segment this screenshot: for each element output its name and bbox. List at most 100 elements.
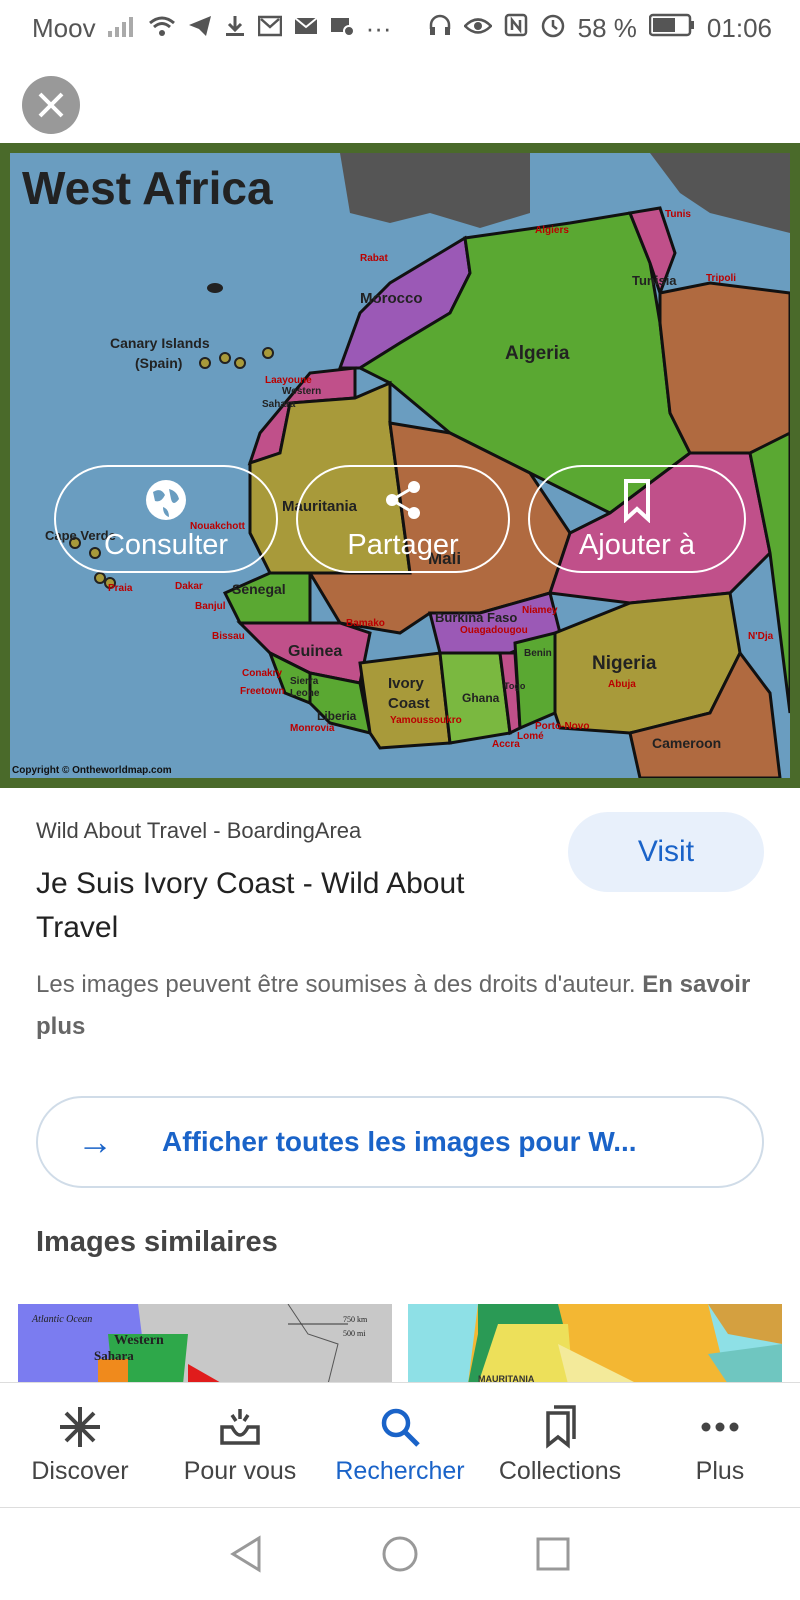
close-icon <box>38 92 64 118</box>
telegram-icon <box>188 13 212 44</box>
map-label-liberia: Liberia <box>317 709 357 723</box>
map-label-benin: Benin <box>524 648 552 659</box>
map-label-ghana: Ghana <box>462 691 500 705</box>
map-label-ivory: Ivory <box>388 675 424 692</box>
map-label-algeria: Algeria <box>505 343 570 364</box>
map-city-accra: Accra <box>492 739 520 750</box>
nav-more-label: Plus <box>695 1456 745 1485</box>
map-label-morocco: Morocco <box>360 290 423 307</box>
mail-icon <box>293 13 318 44</box>
collections-icon <box>546 1404 576 1449</box>
share-button[interactable]: Partager <box>296 465 510 573</box>
map-city-niamey: Niamey <box>522 605 558 616</box>
map-city-praia: Praia <box>108 583 133 594</box>
map-copyright: Copyright © Ontheworldmap.com <box>12 765 172 776</box>
similar-images-heading: Images similaires <box>36 1226 278 1258</box>
map-title: West Africa <box>22 162 273 214</box>
map-label-canary: Canary Islands <box>110 335 210 351</box>
eye-icon <box>462 13 493 44</box>
map-city-ouagadougou: Ouagadougou <box>460 625 528 636</box>
consult-label: Consulter <box>103 528 229 561</box>
nav-collections-label: Collections <box>498 1456 622 1485</box>
thumb-1-western-label: Western <box>114 1333 164 1348</box>
map-label-leone: Leone <box>290 688 320 699</box>
thumb-1-sahara-label: Sahara <box>94 1348 134 1363</box>
map-city-conakry: Conakry <box>242 668 283 679</box>
alarm-icon <box>540 12 566 45</box>
thumb-1-map: Atlantic Ocean Western Sahara 750 km 500… <box>18 1304 392 1384</box>
headphones-icon <box>428 13 452 44</box>
map-city-ndjamena: N'Dja <box>748 631 774 642</box>
nav-discover-label: Discover <box>31 1456 129 1485</box>
more-dots-icon <box>701 1422 739 1431</box>
battery-percent: 58 % <box>577 12 637 43</box>
consult-button[interactable]: Consulter <box>54 465 278 573</box>
map-city-laayoune: Laayoune <box>265 375 312 386</box>
map-city-tripoli: Tripoli <box>706 273 736 284</box>
map-label-sahara: Sahara <box>262 399 296 410</box>
similar-image-thumb-1[interactable]: Atlantic Ocean Western Sahara 750 km 500… <box>18 1304 392 1384</box>
share-icon <box>386 480 420 519</box>
map-label-sierra: Sierra <box>290 676 319 687</box>
back-icon[interactable] <box>227 1534 267 1574</box>
show-all-images-label: Afficher toutes les images pour W... <box>162 1126 637 1157</box>
nav-for-you-label: Pour vous <box>183 1456 297 1485</box>
bottom-navigation: Discover Pour vous Rechercher Collection… <box>0 1382 800 1507</box>
signal-icon <box>107 13 136 44</box>
thumb-1-scale-mi: 500 mi <box>343 1329 366 1338</box>
map-label-coast: Coast <box>388 695 430 712</box>
map-city-bissau: Bissau <box>212 631 245 642</box>
nfc-icon <box>504 13 528 44</box>
map-city-porto-novo: Porto-Novo <box>535 721 590 732</box>
search-icon <box>381 1408 420 1447</box>
carrier-label: Moov <box>32 12 96 43</box>
share-label: Partager <box>347 528 459 561</box>
map-city-lome: Lomé <box>517 731 544 742</box>
close-button[interactable] <box>22 76 80 134</box>
copyright-text: Les images peuvent être soumises à des d… <box>36 971 643 998</box>
arrow-right-icon: → <box>77 1121 113 1162</box>
map-city-banjul: Banjul <box>195 601 226 612</box>
map-city-abuja: Abuja <box>608 679 636 690</box>
map-city-dakar: Dakar <box>175 581 203 592</box>
battery-icon <box>648 13 695 44</box>
map-label-senegal: Senegal <box>232 581 286 597</box>
thumb-1-ocean-label: Atlantic Ocean <box>31 1314 92 1325</box>
thumb-1-scale-km: 750 km <box>343 1315 368 1324</box>
nav-discover[interactable]: Discover <box>0 1383 160 1507</box>
recents-icon[interactable] <box>533 1534 573 1574</box>
clock-time: 01:06 <box>706 12 772 43</box>
add-to-button[interactable]: Ajouter à <box>528 465 746 573</box>
map-label-guinea: Guinea <box>288 643 343 660</box>
nav-for-you[interactable]: Pour vous <box>160 1383 320 1507</box>
nav-more[interactable]: Plus <box>640 1383 800 1507</box>
map-label-cameroon: Cameroon <box>652 735 722 751</box>
result-info: Wild About Travel - BoardingArea Je Suis… <box>36 812 764 1048</box>
map-city-bamako: Bamako <box>346 618 385 629</box>
result-title[interactable]: Je Suis Ivory Coast - Wild About Travel <box>36 862 506 950</box>
add-to-label: Ajouter à <box>578 528 696 561</box>
visit-button[interactable]: Visit <box>568 812 764 892</box>
system-navigation-bar <box>0 1507 800 1600</box>
map-label-burkina: Burkina Faso <box>435 610 518 625</box>
map-city-freetown: Freetown <box>240 686 285 697</box>
status-bar: Moov ··· 58 % 01:06 <box>0 0 800 56</box>
nav-collections[interactable]: Collections <box>480 1383 640 1507</box>
home-icon[interactable] <box>380 1534 420 1574</box>
mail-settings-icon <box>330 13 355 44</box>
nav-search[interactable]: Rechercher <box>320 1383 480 1507</box>
gallery-mail-icon <box>257 13 282 44</box>
bookmark-icon <box>624 478 650 523</box>
map-label-western: Western <box>282 386 322 397</box>
map-label-spain: (Spain) <box>135 355 183 371</box>
map-city-monrovia: Monrovia <box>290 723 335 734</box>
show-all-images-button[interactable]: → Afficher toutes les images pour W... <box>36 1096 764 1188</box>
download-icon <box>224 13 246 44</box>
map-city-yamoussoukro: Yamoussoukro <box>390 715 462 726</box>
map-label-togo: Togo <box>504 681 526 691</box>
map-city-tunis: Tunis <box>665 209 691 220</box>
more-notifications-icon: ··· <box>365 12 392 43</box>
inbox-sparkle-icon <box>220 1408 260 1445</box>
similar-image-thumb-2[interactable]: MAURITANIA <box>408 1304 782 1384</box>
map-label-nigeria: Nigeria <box>592 653 657 674</box>
